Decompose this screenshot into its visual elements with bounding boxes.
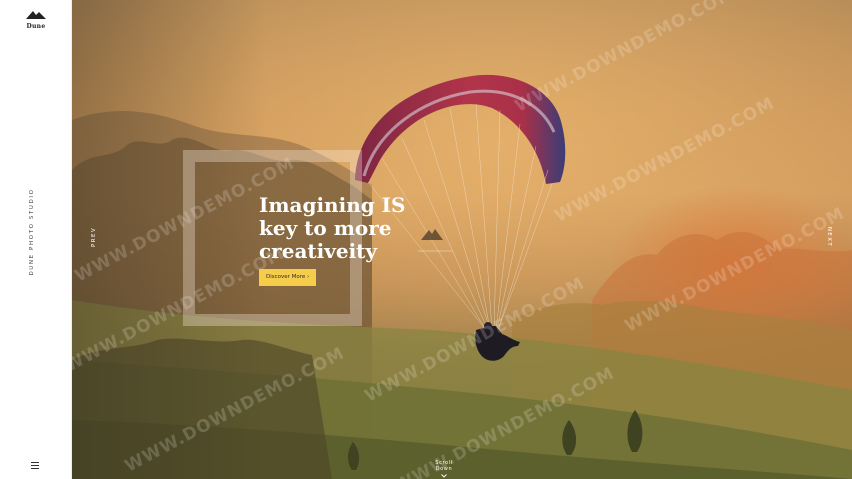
mountain-watermark-icon (421, 229, 443, 240)
discover-more-button[interactable]: Discover More › (259, 269, 317, 286)
headline-line: key to more (259, 216, 392, 240)
scroll-down-link[interactable]: Scroll Down (427, 460, 461, 478)
headline-line: creativeity (259, 239, 378, 263)
sidebar: Dune DUNE PHOTO STUDIO (0, 0, 72, 479)
prev-slide-link[interactable]: PREV (91, 227, 97, 247)
logo[interactable]: Dune (0, 10, 72, 30)
chevron-down-icon (441, 474, 447, 478)
scroll-down-label: Scroll Down (435, 460, 453, 472)
headline-line: Imagining IS (259, 193, 406, 217)
next-slide-link[interactable]: NEXT (826, 227, 832, 247)
logo-text: Dune (26, 23, 46, 30)
hero-slider: WWW.DOWNDEMO.COM WWW.DOWNDEMO.COM WWW.DO… (72, 0, 852, 479)
hamburger-menu-icon[interactable] (31, 462, 39, 469)
divider (418, 250, 452, 252)
mountain-logo-icon (26, 11, 46, 19)
studio-name-vertical: DUNE PHOTO STUDIO (29, 188, 35, 276)
hero-headline: Imagining IS key to more creativeity (259, 194, 429, 263)
